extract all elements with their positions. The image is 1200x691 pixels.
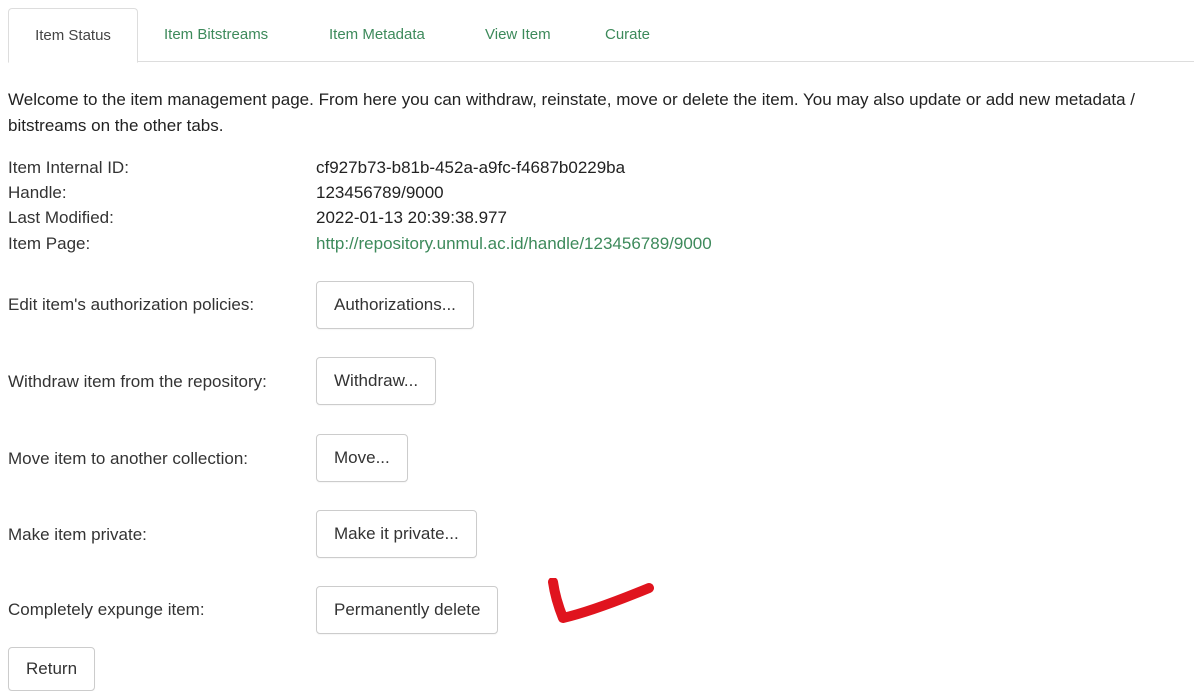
move-button[interactable]: Move... bbox=[316, 434, 408, 482]
handle-value: 123456789/9000 bbox=[316, 183, 444, 202]
permanently-delete-button[interactable]: Permanently delete bbox=[316, 586, 499, 634]
authorizations-button[interactable]: Authorizations... bbox=[316, 281, 474, 329]
move-label: Move item to another collection: bbox=[8, 449, 249, 468]
internal-id-value: cf927b73-b81b-452a-a9fc-f4687b0229ba bbox=[316, 158, 626, 177]
make-private-button[interactable]: Make it private... bbox=[316, 510, 477, 558]
make-private-label: Make item private: bbox=[8, 525, 147, 544]
withdraw-label: Withdraw item from the repository: bbox=[8, 372, 267, 391]
tab-curate[interactable]: Curate bbox=[605, 8, 650, 62]
authorizations-label: Edit item's authorization policies: bbox=[8, 295, 255, 314]
handle-label: Handle: bbox=[8, 183, 67, 202]
intro-text: Welcome to the item management page. Fro… bbox=[8, 90, 1136, 135]
expunge-label: Completely expunge item: bbox=[8, 600, 205, 619]
red-check-mark-annotation bbox=[548, 578, 654, 623]
tab-item-bitstreams[interactable]: Item Bitstreams bbox=[164, 8, 268, 62]
item-page-label: Item Page: bbox=[8, 234, 91, 253]
return-button[interactable]: Return bbox=[8, 647, 96, 691]
item-tabs: Item Status Item Bitstreams Item Metadat… bbox=[8, 8, 1194, 63]
withdraw-button[interactable]: Withdraw... bbox=[316, 357, 437, 405]
tab-item-metadata[interactable]: Item Metadata bbox=[329, 8, 425, 62]
last-modified-value: 2022-01-13 20:39:38.977 bbox=[316, 208, 507, 227]
tab-view-item[interactable]: View Item bbox=[485, 8, 551, 62]
internal-id-label: Item Internal ID: bbox=[8, 158, 129, 177]
last-modified-label: Last Modified: bbox=[8, 208, 114, 227]
item-page-link[interactable]: http://repository.unmul.ac.id/handle/123… bbox=[316, 233, 712, 255]
tab-item-status[interactable]: Item Status bbox=[8, 8, 138, 63]
